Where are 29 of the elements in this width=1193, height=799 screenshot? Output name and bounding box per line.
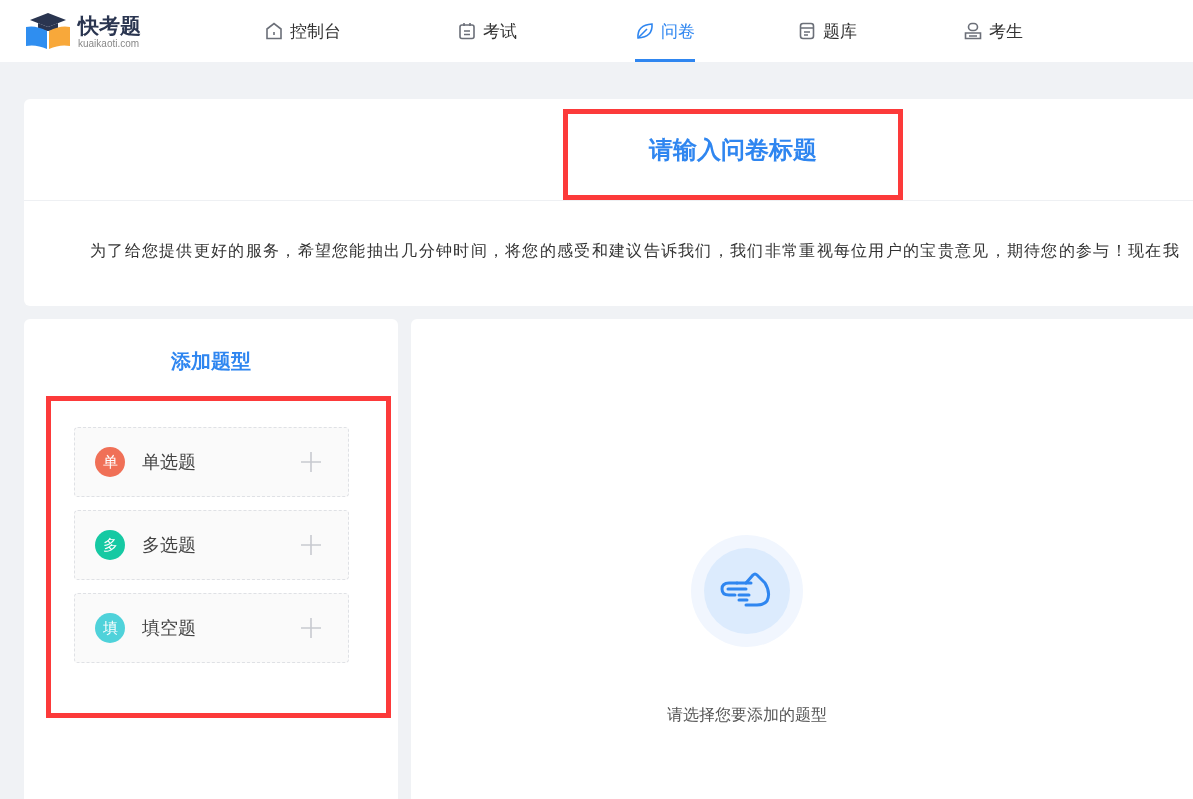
type-badge: 多 [95, 530, 125, 560]
book-icon [797, 21, 817, 41]
calendar-icon [457, 21, 477, 41]
survey-title[interactable]: 请输入问卷标题 [648, 133, 817, 166]
nav-tab[interactable]: 考试 [457, 0, 517, 62]
type-badge: 单 [95, 447, 125, 477]
home-icon [264, 21, 284, 41]
logo-name: 快考题 [78, 13, 141, 38]
type-label: 单选题 [142, 450, 197, 474]
plus-icon[interactable] [300, 451, 322, 473]
person-icon [963, 21, 983, 41]
nav-tab[interactable]: 问卷 [635, 0, 695, 62]
nav-tab[interactable]: 控制台 [264, 0, 341, 62]
logo-domain: kuaikaoti.com [78, 37, 141, 49]
plus-icon[interactable] [300, 617, 322, 639]
empty-state-message: 请选择您要添加的题型 [667, 705, 827, 726]
type-badge: 填 [95, 613, 125, 643]
nav-tab[interactable]: 考生 [963, 0, 1023, 62]
panel-heading: 添加题型 [170, 348, 252, 375]
leaf-icon [635, 21, 655, 41]
pointing-hand-icon [691, 535, 803, 647]
question-type-item[interactable]: 多 多选题 [74, 510, 349, 580]
type-label: 填空题 [142, 616, 197, 640]
plus-icon[interactable] [300, 534, 322, 556]
survey-description: 为了给您提供更好的服务，希望您能抽出几分钟时间，将您的感受和建议告诉我们，我们非常重视每位用户的宝贵意见，期待您的参与！现在我 [90, 241, 1181, 262]
type-label: 多选题 [142, 533, 197, 557]
question-type-item[interactable]: 填 填空题 [74, 593, 349, 663]
nav-tab[interactable]: 题库 [797, 0, 857, 62]
question-type-item[interactable]: 单 单选题 [74, 427, 349, 497]
